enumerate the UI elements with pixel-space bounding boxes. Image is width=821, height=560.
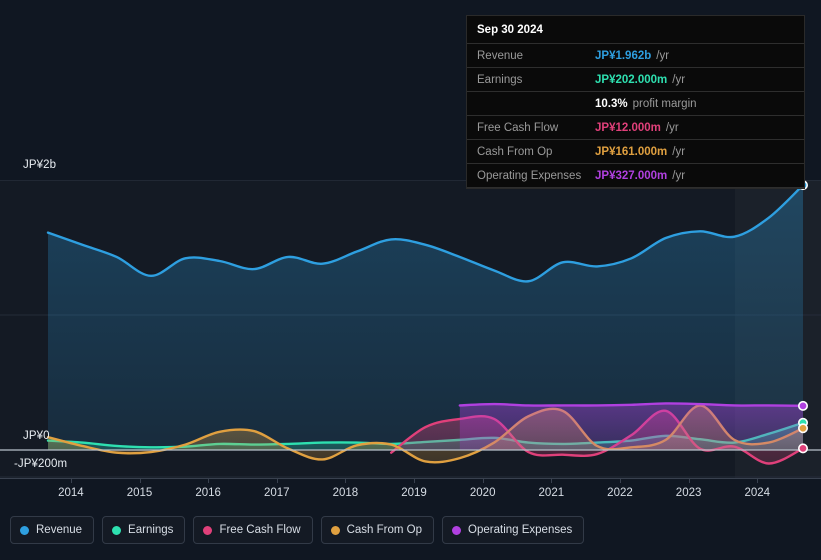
tooltip-row-value: JP¥1.962b bbox=[595, 49, 652, 62]
x-axis-tick-mark bbox=[70, 478, 72, 483]
legend-label: Operating Expenses bbox=[468, 524, 573, 536]
tooltip-row-value: JP¥161.000m bbox=[595, 145, 668, 158]
legend-label: Revenue bbox=[36, 524, 83, 536]
x-axis-tick-label: 2016 bbox=[195, 487, 221, 499]
series-endpoint-operating-expenses[interactable] bbox=[797, 400, 808, 411]
legend-color-dot bbox=[330, 525, 340, 535]
y-axis-label-bottom: -JP¥200m bbox=[14, 458, 68, 470]
series-area-operating-expenses bbox=[459, 403, 803, 450]
tooltip-row-unit: /yr bbox=[665, 121, 679, 134]
tooltip-row-label: Earnings bbox=[477, 73, 523, 86]
tooltip-row-unit: /yr bbox=[672, 73, 686, 86]
legend-color-dot bbox=[452, 525, 462, 535]
chart-legend: Revenue Earnings Free Cash Flow Cash From O… bbox=[10, 516, 585, 544]
tooltip-row-value: JP¥202.000m bbox=[595, 73, 668, 86]
legend-label: Free Cash Flow bbox=[219, 524, 301, 536]
tooltip-row-value: JP¥12.000m bbox=[595, 121, 661, 134]
x-axis-tick-label: 2017 bbox=[263, 487, 290, 499]
tooltip-row-label: Operating Expenses bbox=[477, 169, 582, 182]
x-axis-tick-mark bbox=[276, 478, 278, 483]
tooltip-row-unit: /yr bbox=[672, 169, 686, 182]
tooltip-row-value: 10.3% bbox=[595, 97, 628, 110]
x-axis-tick-mark bbox=[482, 478, 484, 483]
tooltip-row: Free Cash Flow JP¥12.000m/yr bbox=[467, 115, 804, 139]
tooltip-date: Sep 30 2024 bbox=[477, 24, 543, 36]
tooltip-row: Revenue JP¥1.962b/yr bbox=[467, 43, 804, 67]
x-axis-tick-mark bbox=[414, 478, 416, 483]
tooltip-row-unit: /yr bbox=[672, 145, 686, 158]
tooltip-row-unit: /yr bbox=[656, 49, 670, 62]
x-axis-tick-label: 2014 bbox=[58, 487, 84, 499]
x-axis-tick-label: 2023 bbox=[675, 487, 702, 499]
legend-color-dot bbox=[203, 525, 213, 535]
legend-label: Earnings bbox=[128, 524, 174, 536]
legend-color-dot bbox=[112, 525, 122, 535]
legend-item-operating-expenses[interactable]: Operating Expenses bbox=[442, 516, 585, 544]
x-axis-tick-mark bbox=[208, 478, 210, 483]
tooltip-row-label: Revenue bbox=[477, 49, 524, 62]
x-axis-tick-label: 2022 bbox=[607, 487, 633, 499]
plot-area bbox=[0, 180, 821, 478]
tooltip-row-unit: profit margin bbox=[632, 97, 697, 110]
tooltip-row: 10.3% profit margin bbox=[467, 91, 804, 115]
legend-item-revenue[interactable]: Revenue bbox=[10, 516, 95, 544]
x-axis-tick-label: 2015 bbox=[126, 487, 153, 499]
x-axis-tick-label: 2024 bbox=[744, 487, 771, 499]
tooltip-row-label: Cash From Op bbox=[477, 145, 553, 158]
x-axis-tick-label: 2020 bbox=[469, 487, 496, 499]
legend-item-free-cash-flow[interactable]: Free Cash Flow bbox=[193, 516, 313, 544]
chart-series-svg bbox=[0, 180, 821, 478]
y-axis-label-zero: JP¥0 bbox=[23, 430, 50, 442]
tooltip-row: Operating Expenses JP¥327.000m/yr bbox=[467, 163, 804, 188]
legend-label: Cash From Op bbox=[346, 524, 423, 536]
tooltip-row-value: JP¥327.000m bbox=[595, 169, 668, 182]
x-axis-tick-label: 2019 bbox=[401, 487, 427, 499]
legend-item-cash-from-op[interactable]: Cash From Op bbox=[320, 516, 435, 544]
series-endpoint-cash-from-op[interactable] bbox=[797, 423, 808, 434]
tooltip-rows: Revenue JP¥1.962b/yr Earnings JP¥202.000m/y… bbox=[467, 43, 804, 188]
x-axis-tick-mark bbox=[619, 478, 621, 483]
x-axis-tick-mark bbox=[688, 478, 690, 483]
data-tooltip: Sep 30 2024 Revenue JP¥1.962b/yr Earnings J… bbox=[466, 15, 805, 189]
x-axis-tick-label: 2018 bbox=[332, 487, 359, 499]
x-axis-tick-mark bbox=[757, 478, 759, 483]
tooltip-row: Cash From Op JP¥161.000m/yr bbox=[467, 139, 804, 163]
x-axis-tick-mark bbox=[551, 478, 553, 483]
x-axis-line bbox=[0, 478, 821, 479]
tooltip-row: Earnings JP¥202.000m/yr bbox=[467, 67, 804, 91]
x-axis-tick-mark bbox=[139, 478, 141, 483]
financial-chart: JP¥2b JP¥0 -JP¥200m 2014 2015 2016 2017 2018… bbox=[0, 0, 821, 560]
series-endpoint-free-cash-flow[interactable] bbox=[797, 443, 808, 454]
x-axis-tick-label: 2021 bbox=[538, 487, 565, 499]
legend-color-dot bbox=[20, 525, 29, 535]
y-axis-label-top: JP¥2b bbox=[23, 159, 57, 171]
x-axis-tick-mark bbox=[345, 478, 347, 483]
legend-item-earnings[interactable]: Earnings bbox=[102, 516, 186, 544]
x-axis: 2014 2015 2016 2017 2018 2019 2020 2021 2022 2023… bbox=[0, 478, 821, 508]
tooltip-row-label: Free Cash Flow bbox=[477, 121, 559, 134]
